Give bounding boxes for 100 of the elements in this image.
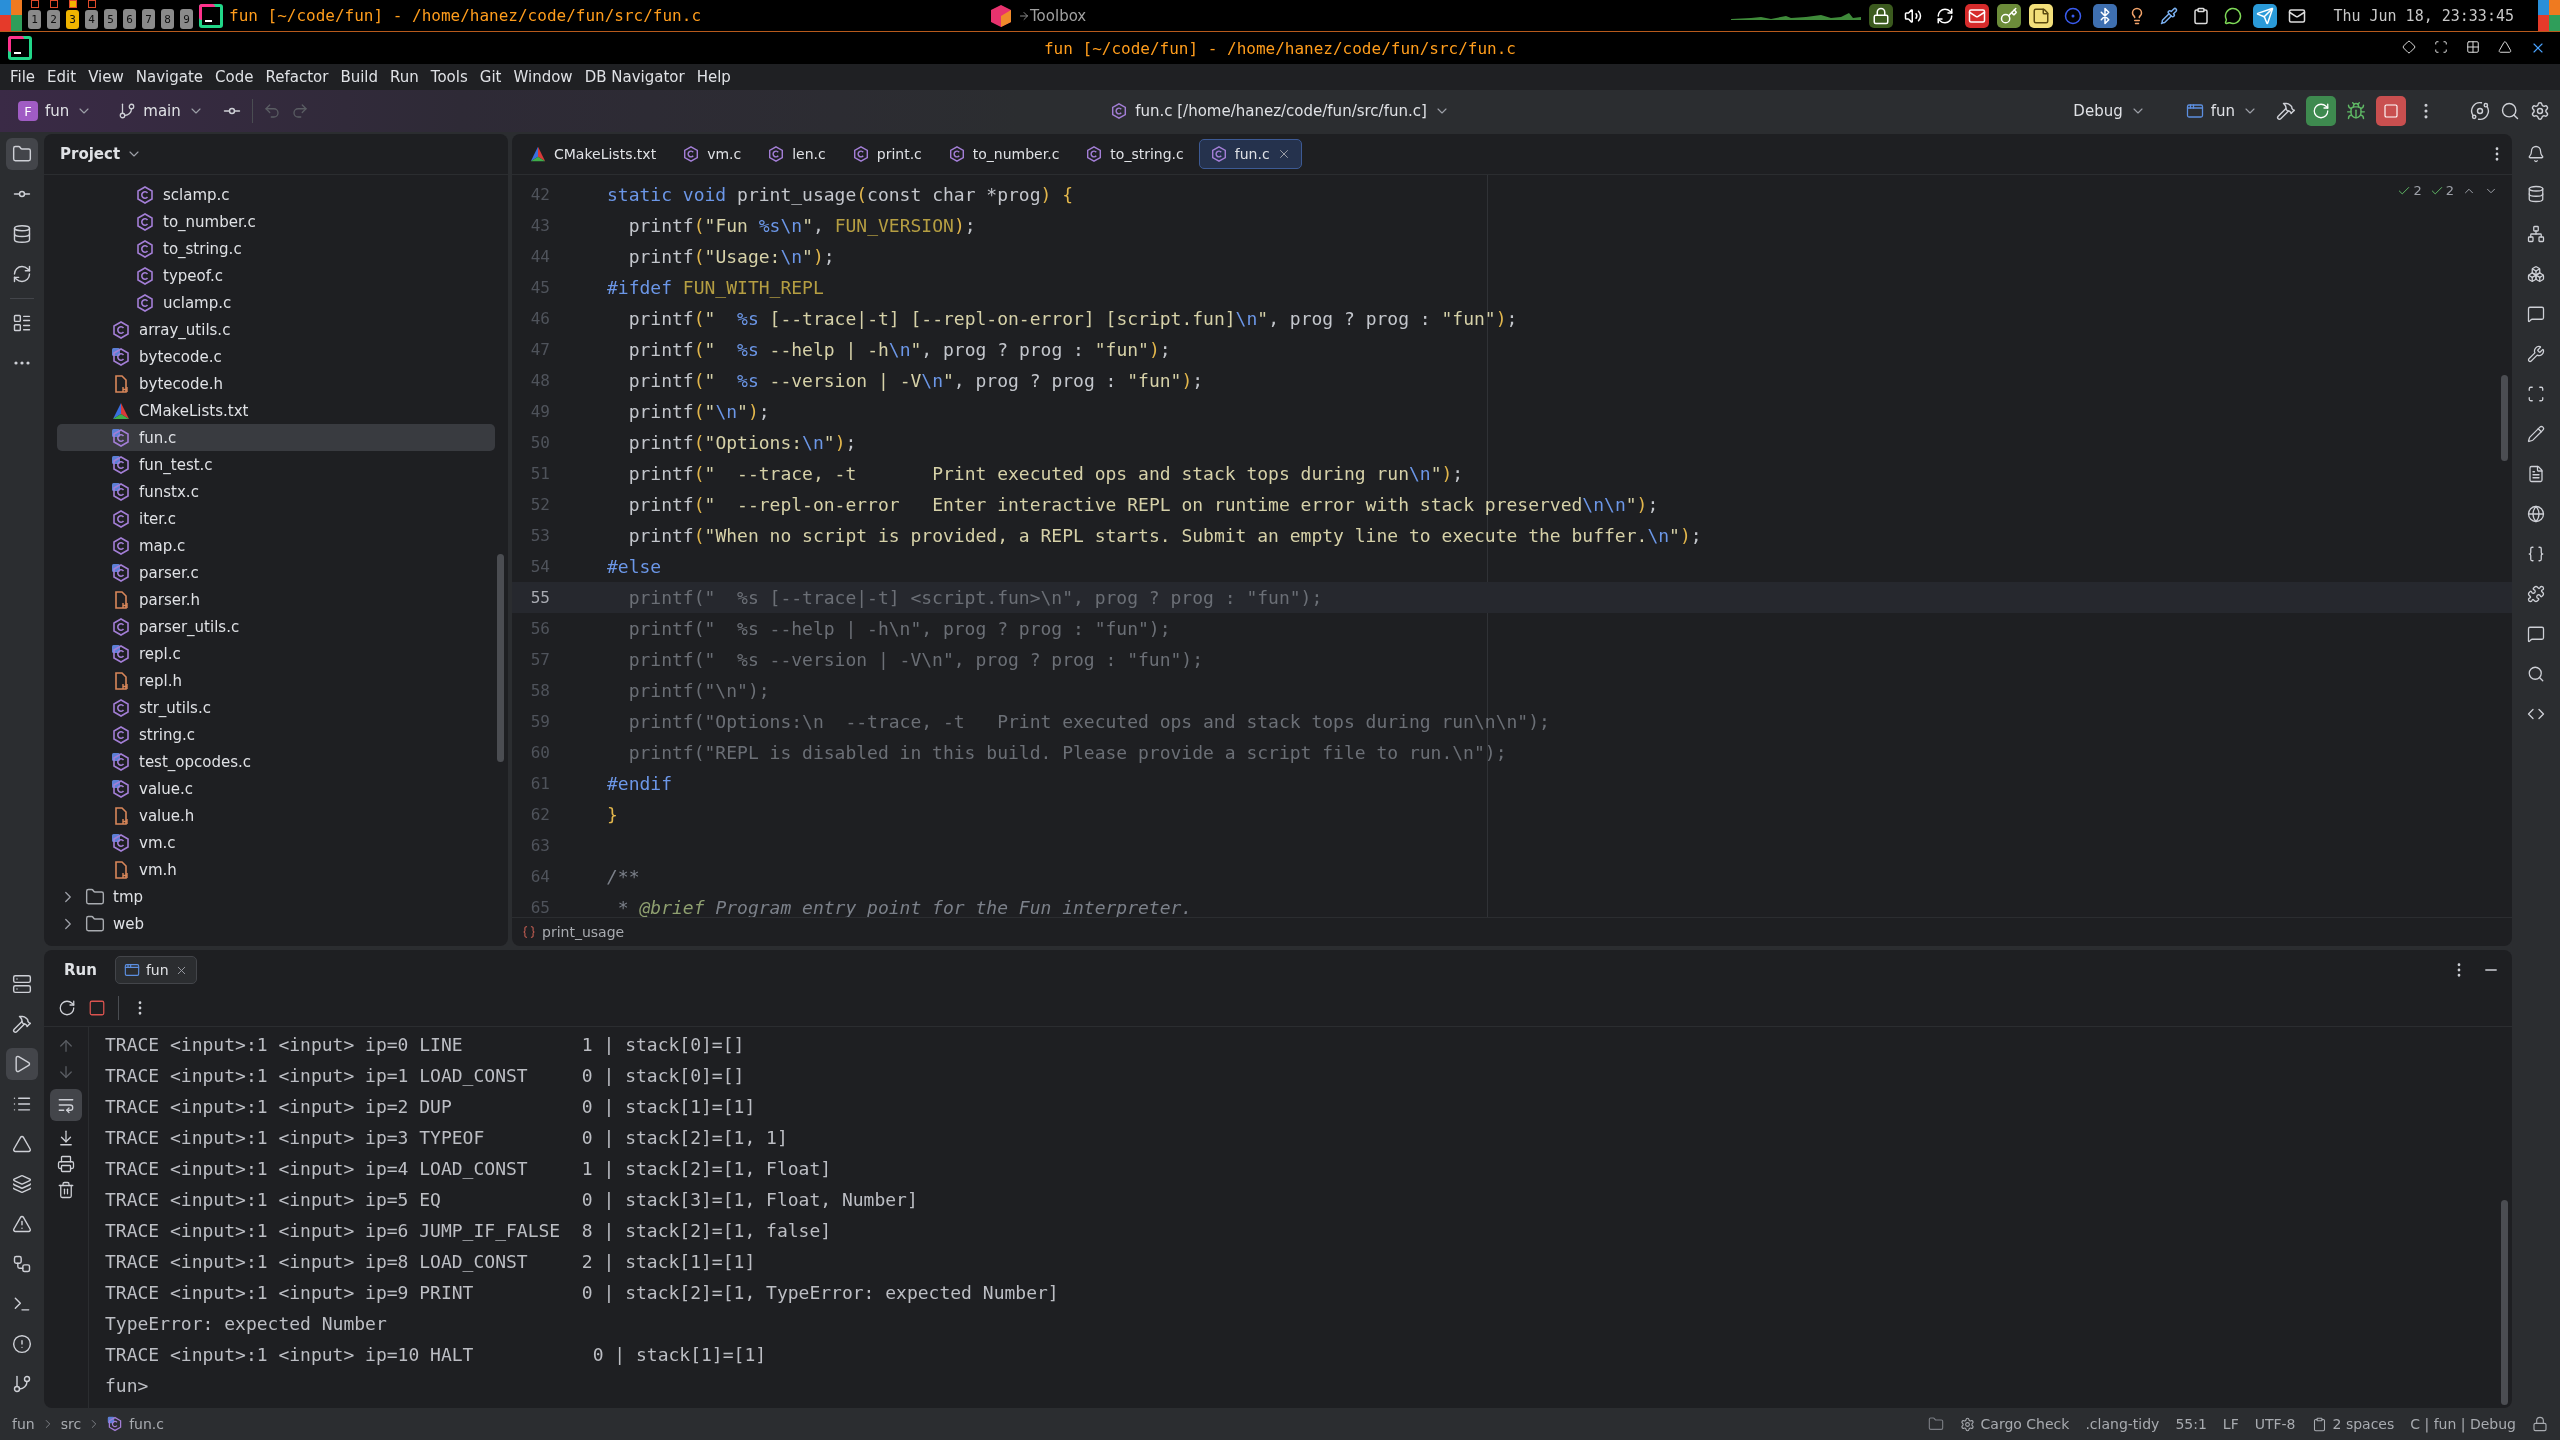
bug-icon[interactable] <box>2346 101 2366 121</box>
workspace-button[interactable]: 2 <box>47 9 60 29</box>
editor-tab[interactable]: vm.c <box>671 139 753 169</box>
run-config-selector[interactable]: fun <box>2177 95 2266 127</box>
workspace-button[interactable]: 9 <box>180 9 193 29</box>
tree-item[interactable]: map.c <box>57 532 495 559</box>
status-item[interactable]: 55:1 <box>2175 1416 2207 1432</box>
build-config-selector[interactable]: Debug <box>2065 95 2154 127</box>
menu-item[interactable]: View <box>82 64 130 90</box>
editor-tab[interactable]: fun.c <box>1198 139 1302 169</box>
workspace-button[interactable]: 6 <box>123 9 136 29</box>
breadcrumb-item[interactable]: fun.c <box>107 1416 164 1432</box>
menu-item[interactable]: Navigate <box>129 64 210 90</box>
status-item[interactable]: LF <box>2222 1416 2239 1432</box>
tree-item[interactable]: array_utils.c <box>57 316 495 343</box>
key-tray-icon[interactable] <box>1997 3 2022 28</box>
lock-icon[interactable] <box>2532 1416 2548 1432</box>
settings-icon[interactable] <box>2530 101 2550 121</box>
tree-item[interactable]: tmp <box>57 883 495 910</box>
menu-item[interactable]: Run <box>384 64 425 90</box>
status-item[interactable]: C | fun | Debug <box>2410 1416 2516 1432</box>
editor-tab[interactable]: CMakeLists.txt <box>518 139 668 169</box>
folder-icon[interactable] <box>1927 1416 1944 1432</box>
tree-item[interactable]: test_opcodes.c <box>57 748 495 775</box>
tree-item[interactable]: bytecode.h <box>57 370 495 397</box>
rerun-button[interactable] <box>2306 96 2336 126</box>
tree-item[interactable]: repl.c <box>57 640 495 667</box>
status-item[interactable]: .clang-tidy <box>2085 1416 2160 1432</box>
hammer-icon[interactable] <box>2276 101 2296 121</box>
workspace-button[interactable]: 3 <box>66 9 79 29</box>
project-selector[interactable]: F fun <box>10 95 101 127</box>
panel-title[interactable]: Run <box>60 961 101 979</box>
menu-item[interactable]: Help <box>690 64 737 90</box>
tree-item[interactable]: repl.h <box>57 667 495 694</box>
menu-item[interactable]: Tools <box>424 64 474 90</box>
scroll-to-end-icon[interactable] <box>57 1129 75 1147</box>
bluetooth-tray-icon[interactable] <box>2093 3 2118 28</box>
branch-selector[interactable]: main <box>110 95 212 127</box>
tree-item[interactable]: value.h <box>57 802 495 829</box>
grid-icon[interactable] <box>2466 40 2480 54</box>
tree-item[interactable]: fun.c <box>57 424 495 451</box>
editor-tab[interactable]: len.c <box>756 139 837 169</box>
inspection-count[interactable]: 2 <box>2397 183 2422 198</box>
workspace-button[interactable]: 5 <box>104 9 117 29</box>
spiral-icon[interactable] <box>2470 101 2490 121</box>
print-icon[interactable] <box>57 1155 75 1173</box>
menu-item[interactable]: File <box>4 64 42 90</box>
arrow-down-icon[interactable] <box>57 1063 75 1081</box>
search-icon[interactable] <box>2500 101 2520 121</box>
tree-item[interactable]: value.c <box>57 775 495 802</box>
workspace-button[interactable]: 4 <box>85 9 98 29</box>
tree-item[interactable]: funstx.c <box>57 478 495 505</box>
stop-icon[interactable] <box>88 999 106 1017</box>
editor-tab[interactable]: to_number.c <box>936 139 1071 169</box>
diamond-icon[interactable] <box>2402 40 2416 54</box>
note-tray-icon[interactable] <box>2029 3 2054 28</box>
menu-item[interactable]: Git <box>473 64 508 90</box>
breadcrumb-item[interactable]: fun <box>12 1416 35 1432</box>
soft-wrap-button[interactable] <box>50 1089 82 1121</box>
menu-item[interactable]: DB Navigator <box>578 64 691 90</box>
send-tray-icon[interactable] <box>2253 3 2278 28</box>
file-path-selector[interactable]: fun.c [/home/hanez/code/fun/src/fun.c] <box>1102 95 1458 127</box>
menu-item[interactable]: Build <box>334 64 385 90</box>
tree-item[interactable]: to_string.c <box>57 235 495 262</box>
tree-item[interactable]: parser_utils.c <box>57 613 495 640</box>
lock-tray-icon[interactable] <box>1869 3 1894 28</box>
tree-item[interactable]: web <box>57 910 495 937</box>
status-item[interactable]: UTF-8 <box>2254 1416 2296 1432</box>
editor-tab[interactable]: print.c <box>840 139 933 169</box>
inspection-count[interactable]: 2 <box>2429 183 2454 198</box>
workspace-button[interactable]: 1 <box>28 9 41 29</box>
menu-item[interactable]: Refactor <box>259 64 335 90</box>
stop-button[interactable] <box>2376 96 2406 126</box>
tree-item[interactable]: parser.h <box>57 586 495 613</box>
tree-item[interactable]: iter.c <box>57 505 495 532</box>
project-tool-button[interactable] <box>6 138 38 170</box>
tree-item[interactable]: uclamp.c <box>57 289 495 316</box>
menu-item[interactable]: Code <box>209 64 260 90</box>
tree-item[interactable]: sclamp.c <box>57 181 495 208</box>
breadcrumb-item[interactable]: src <box>60 1416 82 1432</box>
tree-item[interactable]: str_utils.c <box>57 694 495 721</box>
editor-tab[interactable]: to_string.c <box>1074 139 1195 169</box>
menu-item[interactable]: Window <box>507 64 579 90</box>
tree-item[interactable]: bytecode.c <box>57 343 495 370</box>
tree-item[interactable]: CMakeLists.txt <box>57 397 495 424</box>
status-item[interactable]: 2 spaces <box>2311 1416 2395 1432</box>
menu-item[interactable]: Edit <box>41 64 83 90</box>
workspace-button[interactable]: 7 <box>142 9 155 29</box>
run-tab[interactable]: fun <box>114 956 197 984</box>
tree-item[interactable]: typeof.c <box>57 262 495 289</box>
triangle-icon[interactable] <box>2498 40 2512 54</box>
corners-icon[interactable] <box>2434 40 2448 54</box>
tree-item[interactable]: vm.h <box>57 856 495 883</box>
trash-icon[interactable] <box>57 1181 75 1199</box>
tree-item[interactable]: fun_test.c <box>57 451 495 478</box>
panel-title[interactable]: Project <box>56 145 147 163</box>
tree-item[interactable]: to_number.c <box>57 208 495 235</box>
tree-item[interactable]: vm.c <box>57 829 495 856</box>
status-item[interactable]: Cargo Check <box>1959 1416 2070 1432</box>
launcher-button[interactable]: Toolbox <box>990 3 1087 28</box>
